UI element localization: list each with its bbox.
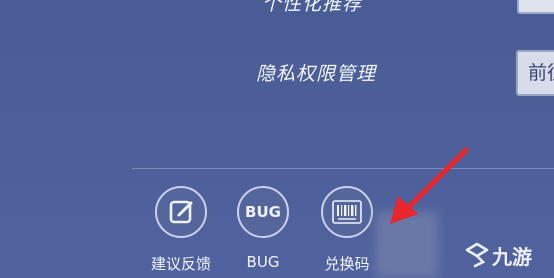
watermark-text: 九游 bbox=[492, 244, 532, 269]
watermark: 九游 bbox=[465, 240, 532, 270]
red-arrow-icon bbox=[390, 147, 469, 224]
nine-game-logo bbox=[465, 242, 489, 268]
settings-screen: 个性化推荐 隐私权限管理 前往 建议反馈 BUG BUG bbox=[0, 0, 554, 278]
